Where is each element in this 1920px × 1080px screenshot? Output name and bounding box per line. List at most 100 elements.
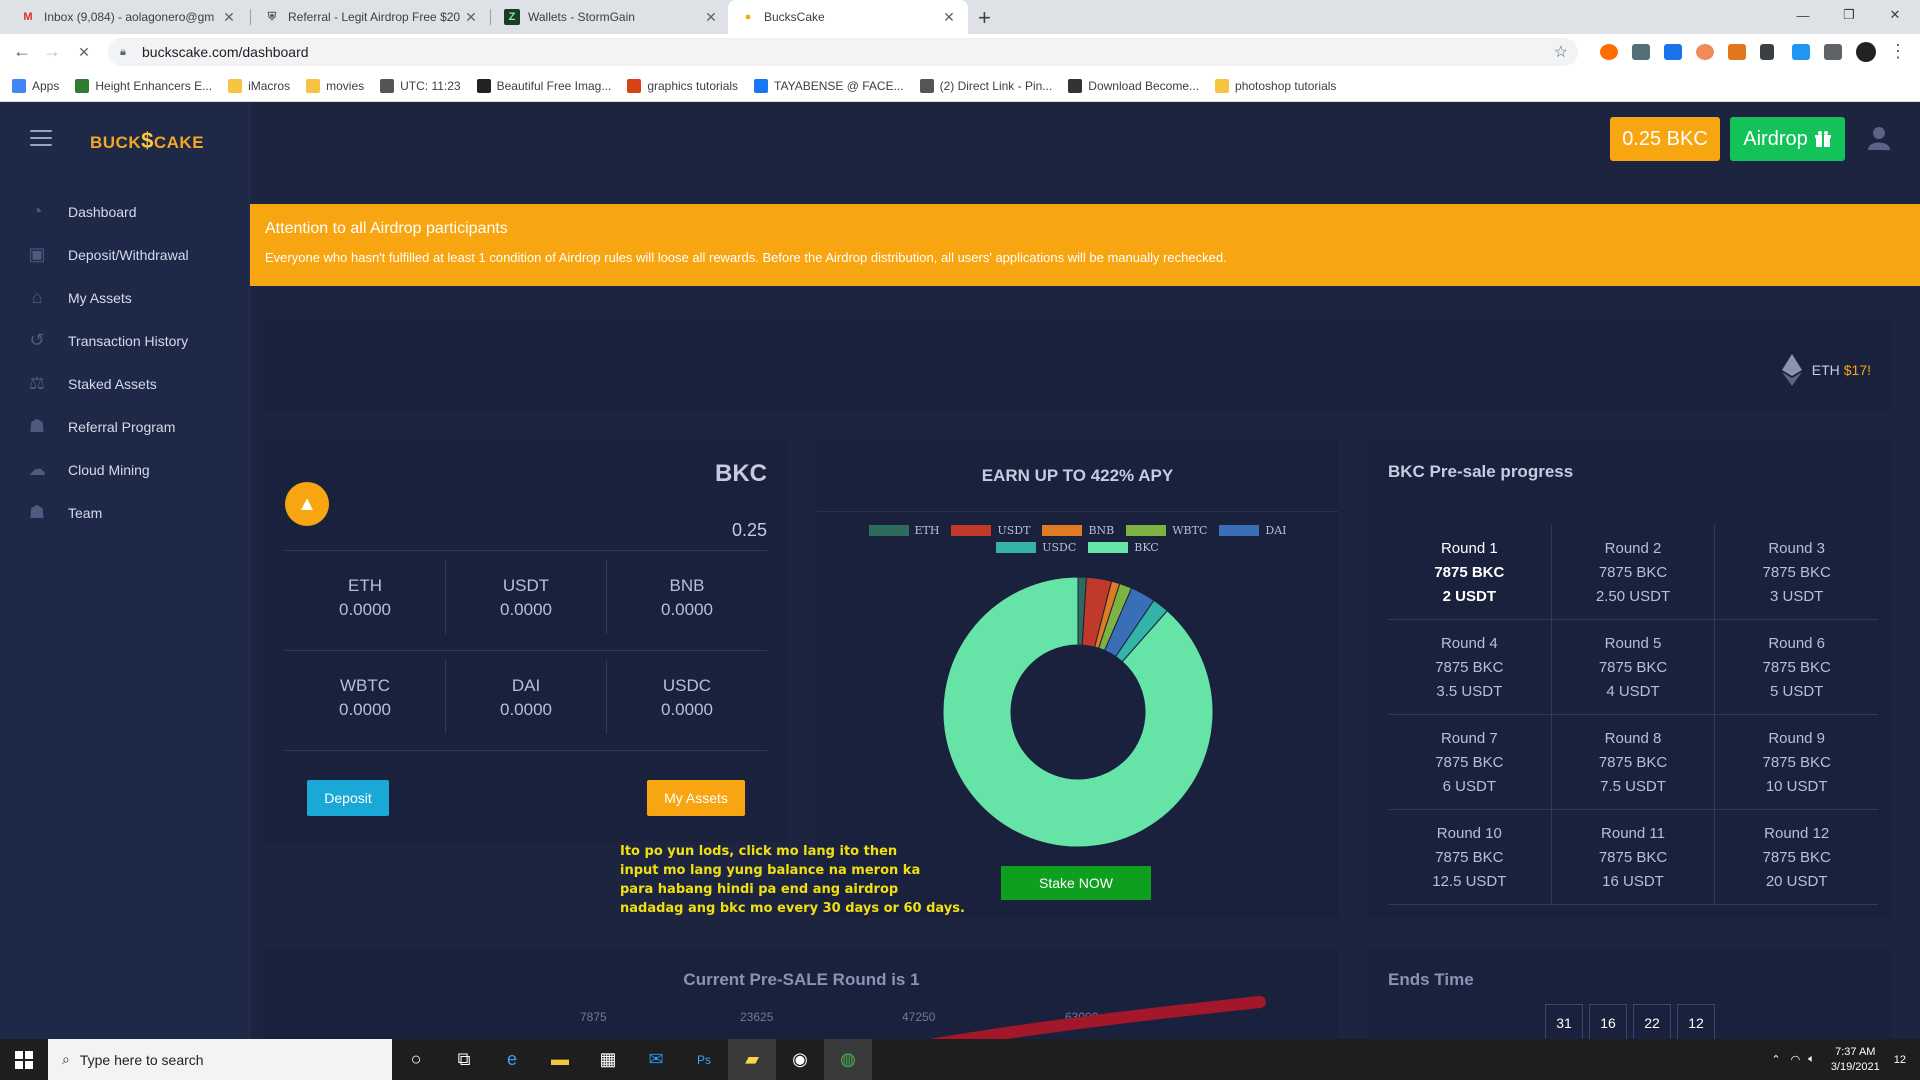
round-round: Round 7	[1440, 730, 1498, 747]
ends-time-card: Ends Time 31 16 22 12	[1368, 948, 1891, 1039]
minimize-button[interactable]: —	[1780, 0, 1826, 30]
profile-avatar[interactable]	[1856, 42, 1876, 62]
round-price: 5 USDT	[1770, 683, 1824, 700]
extension-fire-icon[interactable]	[1600, 44, 1618, 60]
extension-p-icon[interactable]	[1792, 44, 1810, 60]
app-icon[interactable]: ◉	[776, 1039, 824, 1080]
stake-now-button[interactable]: Stake NOW	[1001, 866, 1151, 900]
presale-rounds-grid: Round 1 7875 BKC 2 USDT Round 2 7875 BKC 2.50…	[1388, 525, 1878, 905]
legend-item[interactable]: BKC	[1088, 541, 1159, 554]
earn-title: EARN UP TO 422% APY	[817, 440, 1338, 512]
loading-spinner-icon[interactable]: ✕	[72, 44, 96, 61]
restore-button[interactable]: ❐	[1826, 0, 1872, 30]
sidebar-item-deposit-withdrawal[interactable]: ▣ Deposit/Withdrawal	[0, 233, 250, 276]
buckscake-logo[interactable]: BUCK$CAKE	[90, 128, 204, 154]
address-bar[interactable]: 🔒︎ buckscake.com/dashboard ☆	[108, 38, 1578, 66]
sidebar-item-my-assets[interactable]: ⌂ My Assets	[0, 276, 250, 319]
legend-item[interactable]: WBTC	[1126, 524, 1207, 537]
download-icon[interactable]	[1760, 44, 1774, 60]
bkc-balance-button[interactable]: 0.25 BKC	[1610, 117, 1720, 161]
close-window-button[interactable]: ✕	[1872, 0, 1918, 30]
extension-card-icon[interactable]	[1632, 44, 1650, 60]
bookmark-star-icon[interactable]: ☆	[1554, 42, 1568, 62]
taskbar-clock[interactable]: 7:37 AM 3/19/2021	[1831, 1045, 1880, 1075]
menu-dots-icon[interactable]: ⋮	[1886, 41, 1910, 62]
sidebar-item-staked-assets[interactable]: ⚖ Staked Assets	[0, 362, 250, 405]
bookmark-graphics[interactable]: graphics tutorials	[627, 78, 738, 93]
photoshop-icon[interactable]: Ps	[680, 1039, 728, 1080]
bkc-coin-icon: ▲	[285, 482, 329, 526]
new-tab-button[interactable]: +	[978, 5, 991, 31]
donut-slice-bkc[interactable]	[942, 576, 1214, 848]
legend-item[interactable]: USDC	[996, 541, 1076, 554]
windows-start-icon[interactable]	[0, 1039, 48, 1080]
sidebar-item-referral-program[interactable]: ☗ Referral Program	[0, 405, 250, 448]
legend-item[interactable]: BNB	[1042, 524, 1114, 537]
round-amount: 7875 BKC	[1435, 659, 1504, 676]
legend-item[interactable]: ETH	[868, 524, 939, 537]
lock-icon: 🔒︎	[120, 45, 126, 58]
forward-button[interactable]: →	[40, 41, 64, 62]
bookmark-movies[interactable]: movies	[306, 78, 364, 93]
bookmark-utc[interactable]: UTC: 11:23	[380, 78, 461, 93]
gift-icon	[1814, 131, 1831, 147]
history-icon: ↺	[29, 330, 45, 350]
bookmark-facebook[interactable]: TAYABENSE @ FACE...	[754, 78, 904, 93]
tray-chevron-icon[interactable]: ⌃	[1771, 1053, 1780, 1066]
close-tab-icon[interactable]: ✕	[462, 9, 480, 26]
extension-face-icon[interactable]	[1696, 44, 1714, 60]
round-round: Round 8	[1604, 730, 1662, 747]
users-icon: ☗	[28, 416, 46, 436]
tab-stormgain[interactable]: Z Wallets - StormGain ✕	[492, 0, 730, 34]
presale-round-cell: Round 3 7875 BKC 3 USDT	[1715, 525, 1878, 619]
legend-swatch	[868, 525, 909, 536]
bookmark-photoshop[interactable]: photoshop tutorials	[1215, 78, 1336, 93]
user-profile-icon[interactable]	[1868, 126, 1890, 150]
chrome-icon[interactable]: ◍	[824, 1039, 872, 1080]
sidebar-item-dashboard[interactable]: ◔ Dashboard	[0, 190, 250, 233]
round-amount: 7875 BKC	[1762, 849, 1831, 866]
legend-item[interactable]: DAI	[1219, 524, 1287, 537]
task-view-icon[interactable]: ⧉	[440, 1039, 488, 1080]
tab-referral[interactable]: ⛨ Referral - Legit Airdrop Free $20 ✕	[252, 0, 490, 34]
file-explorer-icon[interactable]: ▬	[536, 1039, 584, 1080]
extensions-puzzle-icon[interactable]	[1824, 44, 1842, 60]
close-tab-icon[interactable]: ✕	[940, 9, 958, 26]
ethereum-icon	[1781, 354, 1802, 386]
close-tab-icon[interactable]: ✕	[702, 9, 720, 26]
back-button[interactable]: ←	[10, 41, 34, 62]
translate-icon[interactable]	[1664, 44, 1682, 60]
bookmark-free-images[interactable]: Beautiful Free Imag...	[476, 78, 611, 93]
sidebar-item-transaction-history[interactable]: ↺ Transaction History	[0, 319, 250, 362]
tab-gmail[interactable]: M Inbox (9,084) - aolagonero@gm ✕	[8, 0, 248, 34]
asset-row: ETH 0.0000 USDT 0.0000 BNB 0.0000	[285, 560, 767, 634]
sidebar-item-team[interactable]: ☗ Team	[0, 491, 250, 534]
bookmark-imacros[interactable]: iMacros	[228, 78, 290, 93]
my-assets-button[interactable]: My Assets	[647, 780, 745, 816]
mail-icon[interactable]: ✉	[632, 1039, 680, 1080]
browser-toolbar: ← → ✕ 🔒︎ buckscake.com/dashboard ☆ ⋮	[0, 34, 1920, 70]
edge-icon[interactable]: e	[488, 1039, 536, 1080]
store-icon[interactable]: ▦	[584, 1039, 632, 1080]
asset-row: WBTC 0.0000 DAI 0.0000 USDC 0.0000	[285, 660, 767, 734]
bookmark-download[interactable]: Download Become...	[1068, 78, 1199, 93]
volume-icon[interactable]: 🔈︎	[1808, 1053, 1815, 1066]
sticky-notes-icon[interactable]: ▰	[728, 1039, 776, 1080]
tab-buckscake[interactable]: ● BucksCake ✕	[728, 0, 968, 34]
bookmark-direct-link[interactable]: (2) Direct Link - Pin...	[919, 78, 1052, 93]
bookmark-height-enhancers[interactable]: Height Enhancers E...	[75, 78, 212, 93]
taskbar-search-input[interactable]: ⌕ Type here to search	[48, 1039, 392, 1080]
close-tab-icon[interactable]: ✕	[220, 9, 238, 26]
deposit-button[interactable]: Deposit	[307, 780, 389, 816]
bookmark-apps[interactable]: Apps	[12, 78, 59, 93]
cortana-icon[interactable]: ○	[392, 1039, 440, 1080]
hamburger-menu-icon[interactable]	[30, 130, 52, 151]
airdrop-button[interactable]: Airdrop	[1730, 117, 1845, 161]
sidebar-item-cloud-mining[interactable]: ☁ Cloud Mining	[0, 448, 250, 491]
search-icon: ⌕	[62, 1051, 70, 1067]
metamask-icon[interactable]	[1728, 44, 1746, 60]
url-text[interactable]: buckscake.com/dashboard	[142, 44, 309, 60]
wifi-icon[interactable]: ◠	[1791, 1053, 1801, 1066]
legend-item[interactable]: USDT	[951, 524, 1030, 537]
notification-center-icon[interactable]: 12	[1894, 1054, 1906, 1066]
